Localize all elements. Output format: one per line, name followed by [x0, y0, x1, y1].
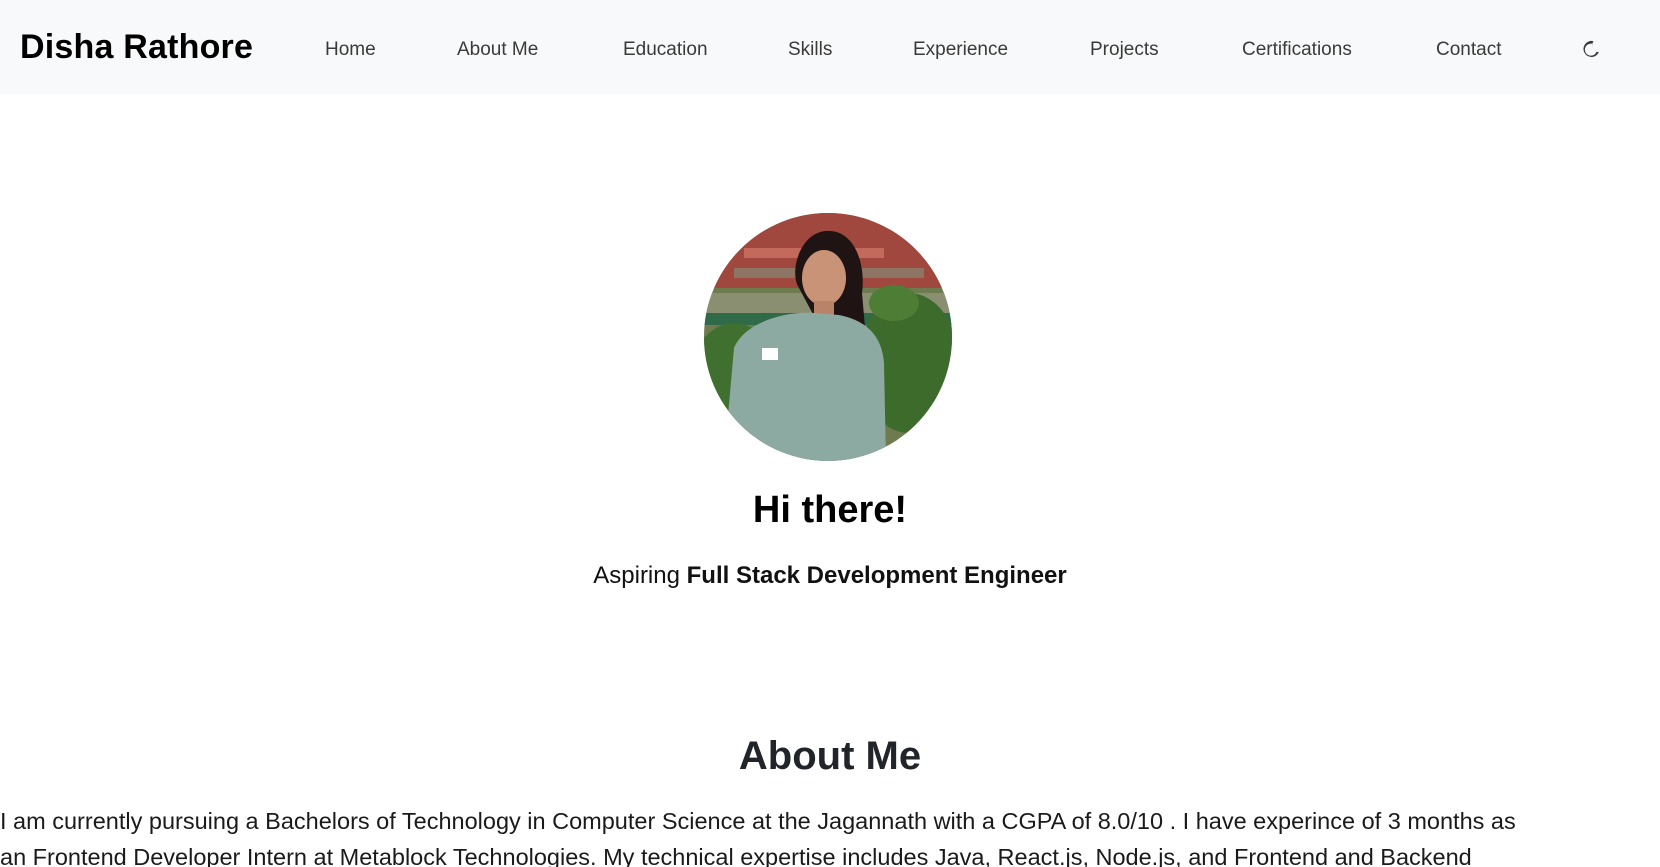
navbar: Disha Rathore Home About Me Education Sk… [0, 0, 1660, 94]
nav-link-experience[interactable]: Experience [913, 39, 1008, 61]
hero-subtitle-prefix: Aspiring [593, 562, 680, 589]
nav-link-skills[interactable]: Skills [788, 39, 832, 61]
about-line-2: an Frontend Developer Intern at Metabloc… [0, 844, 1472, 867]
nav-link-certifications[interactable]: Certifications [1242, 39, 1352, 61]
profile-photo [704, 213, 952, 461]
brand-link[interactable]: Disha Rathore [20, 28, 253, 67]
hero-greeting: Hi there! [752, 489, 908, 531]
nav-link-home[interactable]: Home [325, 39, 376, 61]
nav-link-about-me[interactable]: About Me [457, 39, 538, 61]
about-line-1: I am currently pursuing a Bachelors of T… [0, 808, 1516, 834]
nav-link-contact[interactable]: Contact [1436, 39, 1501, 61]
nav-link-education[interactable]: Education [623, 39, 708, 61]
about-section-title: About Me [738, 734, 922, 778]
hero-subtitle-role: Full Stack Development Engineer [686, 562, 1067, 589]
nav-link-projects[interactable]: Projects [1090, 39, 1159, 61]
about-paragraph: I am currently pursuing a Bachelors of T… [0, 803, 1660, 867]
moon-icon [1583, 40, 1599, 57]
theme-toggle-button[interactable] [1580, 38, 1602, 60]
hero-subtitle: Aspiring Full Stack Development Engineer [0, 562, 1660, 590]
